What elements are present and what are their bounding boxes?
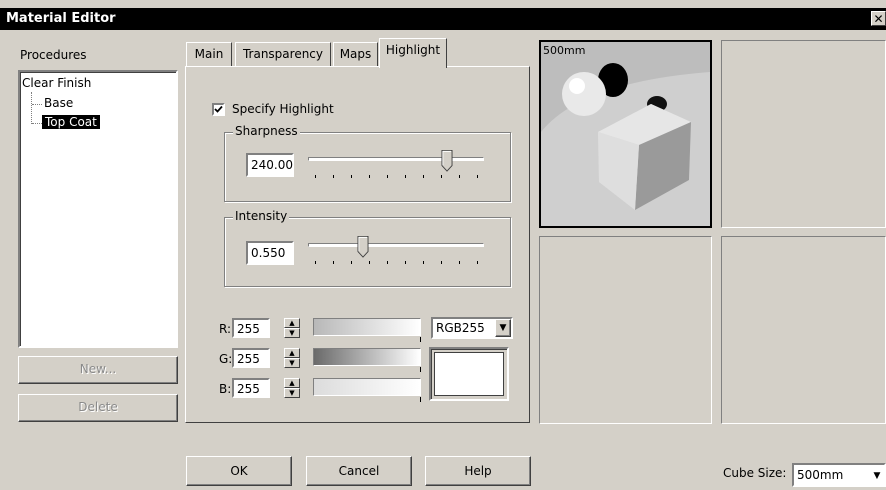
g-marker xyxy=(420,367,421,372)
b-gradient-bar[interactable] xyxy=(313,378,421,396)
ok-button[interactable]: OK xyxy=(186,456,292,486)
spin-up-icon[interactable]: ▲ xyxy=(284,318,300,328)
r-input[interactable]: 255 xyxy=(232,318,270,338)
tree-item-base[interactable]: Base xyxy=(44,96,73,110)
intensity-input[interactable]: 0.550 xyxy=(246,241,294,265)
cube-size-select[interactable]: 500mm ▼ xyxy=(792,463,886,487)
cube-size-label: Cube Size: xyxy=(723,466,787,480)
sharpness-slider-thumb[interactable] xyxy=(441,150,453,172)
b-marker xyxy=(420,397,421,402)
b-label: B: xyxy=(219,382,232,396)
r-label: R: xyxy=(219,322,232,336)
tree-connector xyxy=(32,104,42,105)
help-button[interactable]: Help xyxy=(425,456,531,486)
delete-button[interactable]: Delete xyxy=(18,394,178,422)
tab-join xyxy=(380,66,446,68)
tab-transparency[interactable]: Transparency xyxy=(235,42,331,66)
spin-down-icon[interactable]: ▼ xyxy=(284,388,300,398)
material-preview-render xyxy=(541,42,710,226)
preview-size-label: 500mm xyxy=(543,44,586,57)
g-spinner[interactable]: ▲ ▼ xyxy=(284,348,300,368)
color-mode-value: RGB255 xyxy=(436,321,485,335)
color-swatch-frame[interactable] xyxy=(429,347,509,401)
spin-up-icon[interactable]: ▲ xyxy=(284,378,300,388)
procedures-tree[interactable]: Clear Finish Base Top Coat xyxy=(18,70,178,348)
g-gradient-bar[interactable] xyxy=(313,348,421,366)
tree-item-top-coat[interactable]: Top Coat xyxy=(42,115,100,129)
g-input[interactable]: 255 xyxy=(232,348,270,368)
tree-connector xyxy=(31,92,33,124)
r-marker xyxy=(420,337,421,342)
window-title: Material Editor xyxy=(6,11,116,26)
b-input[interactable]: 255 xyxy=(232,378,270,398)
tab-maps[interactable]: Maps xyxy=(333,42,378,66)
color-mode-select[interactable]: RGB255 ▼ xyxy=(431,317,513,339)
preview-cell-3[interactable] xyxy=(539,236,712,424)
tab-main[interactable]: Main xyxy=(186,42,232,66)
spin-down-icon[interactable]: ▼ xyxy=(284,358,300,368)
procedures-label: Procedures xyxy=(20,48,87,62)
color-swatch[interactable] xyxy=(434,352,504,396)
g-label: G: xyxy=(219,352,233,366)
chevron-down-icon[interactable]: ▼ xyxy=(870,467,884,485)
title-bar: Material Editor ✕ xyxy=(0,8,886,30)
preview-cell-4[interactable] xyxy=(721,236,886,424)
preview-cell-2[interactable] xyxy=(721,40,886,228)
specify-highlight-label: Specify Highlight xyxy=(232,102,334,116)
r-spinner[interactable]: ▲ ▼ xyxy=(284,318,300,338)
highlight-panel: Specify Highlight Sharpness 240.00 Inten… xyxy=(185,66,530,423)
spin-down-icon[interactable]: ▼ xyxy=(284,328,300,338)
cancel-button[interactable]: Cancel xyxy=(306,456,412,486)
intensity-label: Intensity xyxy=(233,209,290,223)
checkmark-icon xyxy=(214,105,223,113)
chevron-down-icon[interactable]: ▼ xyxy=(495,319,511,337)
sharpness-input[interactable]: 240.00 xyxy=(246,153,294,177)
tab-highlight[interactable]: Highlight xyxy=(379,38,447,68)
preview-cell-active[interactable]: 500mm xyxy=(539,40,712,228)
new-button[interactable]: New... xyxy=(18,356,178,384)
sharpness-slider[interactable] xyxy=(306,150,486,181)
spin-up-icon[interactable]: ▲ xyxy=(284,348,300,358)
intensity-slider[interactable] xyxy=(306,236,486,267)
sharpness-label: Sharpness xyxy=(233,124,300,138)
specify-highlight-checkbox[interactable] xyxy=(212,103,225,116)
tree-item-clear-finish[interactable]: Clear Finish xyxy=(22,76,91,90)
r-gradient-bar[interactable] xyxy=(313,318,421,336)
cube-size-value: 500mm xyxy=(797,468,844,482)
tree-connector xyxy=(32,123,42,124)
intensity-slider-thumb[interactable] xyxy=(357,236,369,258)
b-spinner[interactable]: ▲ ▼ xyxy=(284,378,300,398)
close-icon[interactable]: ✕ xyxy=(871,11,886,26)
